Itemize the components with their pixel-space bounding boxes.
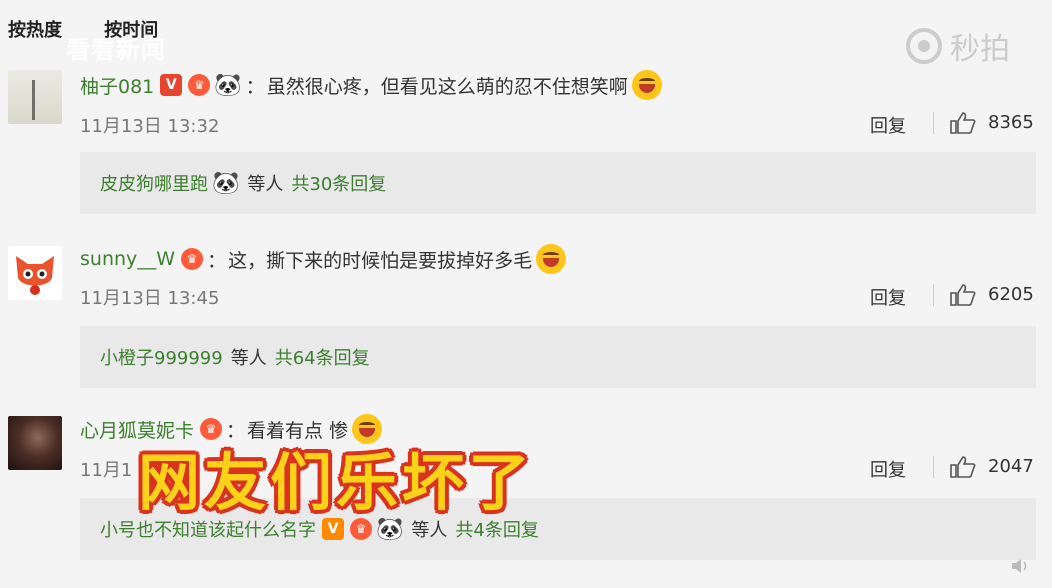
member-crown-icon: ♛ xyxy=(188,74,211,96)
speaker-icon[interactable] xyxy=(1010,556,1030,576)
reply-button[interactable]: 回复 xyxy=(870,284,906,310)
reply-summary[interactable]: 小橙子999999 等人 共64条回复 xyxy=(80,326,1036,388)
thumbs-up-icon[interactable] xyxy=(950,112,976,134)
tab-hot[interactable]: 按热度 xyxy=(8,20,62,41)
overlay-caption: 网友们乐坏了 xyxy=(138,446,535,519)
panda-icon: 🐼 xyxy=(212,170,240,196)
avatar[interactable] xyxy=(8,416,62,470)
thumbs-up-icon[interactable] xyxy=(950,284,976,306)
verified-v-icon: V xyxy=(160,74,183,96)
panda-icon: 🐼 xyxy=(214,72,242,98)
member-crown-icon: ♛ xyxy=(181,248,204,270)
avatar[interactable] xyxy=(8,70,62,124)
miaopai-logo-icon xyxy=(906,28,942,64)
thumbs-up-icon[interactable] xyxy=(950,456,976,478)
reply-others: 等人 xyxy=(247,174,284,195)
reply-summary[interactable]: 皮皮狗哪里跑 🐼 等人 共30条回复 xyxy=(80,152,1036,214)
reply-button[interactable]: 回复 xyxy=(870,456,906,482)
comment-1: 柚子081 V ♛ 🐼 ： 虽然很心疼，但看见这么萌的忍不住想笑啊 11月13日… xyxy=(0,62,1052,232)
laugh-emoji-icon xyxy=(536,244,567,274)
comment-line: sunny__W ♛ ： 这，撕下来的时候怕是要拔掉好多毛 xyxy=(80,244,567,274)
watermark-kankan: 看看新闻 xyxy=(66,36,166,64)
like-count: 2047 xyxy=(988,456,1034,477)
reply-count[interactable]: 共30条回复 xyxy=(291,170,386,196)
comment-time: 11月1 xyxy=(80,460,133,481)
comment-text: 虽然很心疼，但看见这么萌的忍不住想笑啊 xyxy=(266,75,628,98)
divider xyxy=(933,284,934,306)
reply-username[interactable]: 皮皮狗哪里跑 xyxy=(100,170,208,196)
divider xyxy=(933,112,934,134)
comment-text: 这，撕下来的时候怕是要拔掉好多毛 xyxy=(228,249,533,272)
like-count: 6205 xyxy=(988,284,1034,305)
reply-others: 等人 xyxy=(230,348,267,369)
comment-2: sunny__W ♛ ： 这，撕下来的时候怕是要拔掉好多毛 11月13日 13:… xyxy=(0,236,1052,406)
username[interactable]: sunny__W xyxy=(80,248,175,270)
reply-count[interactable]: 共64条回复 xyxy=(275,344,370,370)
comment-time: 11月13日 13:32 xyxy=(80,116,220,137)
avatar[interactable] xyxy=(8,246,62,300)
fox-avatar-icon xyxy=(16,256,54,295)
reply-button[interactable]: 回复 xyxy=(870,112,906,138)
comment-time: 11月13日 13:45 xyxy=(80,288,220,309)
divider xyxy=(933,456,934,478)
username[interactable]: 柚子081 xyxy=(80,72,154,99)
like-count: 8365 xyxy=(988,112,1034,133)
laugh-emoji-icon xyxy=(631,70,662,100)
comment-line: 柚子081 V ♛ 🐼 ： 虽然很心疼，但看见这么萌的忍不住想笑啊 xyxy=(80,70,662,100)
reply-username[interactable]: 小橙子999999 xyxy=(100,344,223,370)
